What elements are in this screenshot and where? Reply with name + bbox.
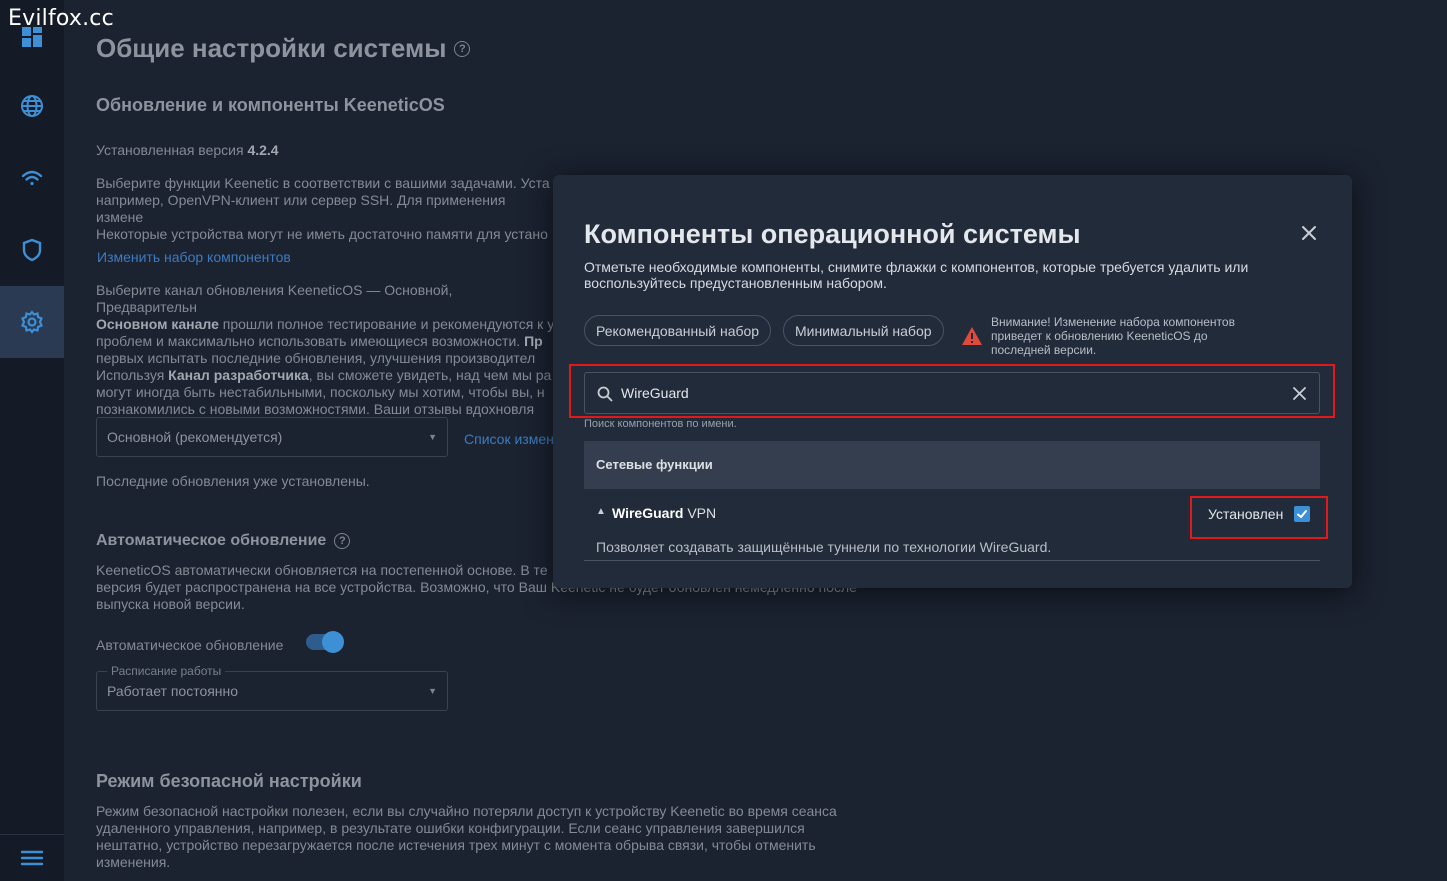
installed-version-label: Установленная версия bbox=[96, 142, 244, 158]
safe-mode-description: Режим безопасной настройки полезен, если… bbox=[96, 803, 876, 871]
component-name: WireGuard VPN bbox=[612, 505, 716, 521]
auto-update-title: Автоматическое обновление ? bbox=[96, 532, 351, 550]
help-icon[interactable]: ? bbox=[334, 533, 351, 549]
wifi-icon bbox=[21, 170, 43, 186]
text-bold: Основном канале bbox=[96, 316, 219, 332]
sidebar-item-menu[interactable] bbox=[0, 834, 64, 881]
sidebar-item-security[interactable] bbox=[0, 214, 64, 286]
text-line: Используя Канал разработчика, вы сможете… bbox=[96, 367, 556, 384]
update-section-title: Обновление и компоненты KeeneticOS bbox=[96, 95, 445, 115]
installed-version-value: 4.2.4 bbox=[247, 142, 279, 158]
update-status: Последние обновления уже установлены. bbox=[96, 473, 370, 489]
text-bold: Пр bbox=[524, 333, 543, 349]
sidebar-item-wifi[interactable] bbox=[0, 142, 64, 214]
text-span: прошли полное тестирование и рекомендуют… bbox=[218, 316, 555, 332]
warning-text: Внимание! Изменение набора компонентов п… bbox=[991, 315, 1235, 357]
text-line: Основном канале прошли полное тестирован… bbox=[96, 316, 556, 333]
search-hint: Поиск компонентов по имени. bbox=[584, 418, 737, 430]
text-line: могут иногда быть нестабильными, посколь… bbox=[96, 384, 545, 400]
update-channel-select[interactable]: Основной (рекомендуется) ▼ bbox=[96, 417, 448, 457]
changes-list-link[interactable]: Список измен bbox=[464, 431, 554, 447]
clear-search-icon[interactable] bbox=[1293, 387, 1306, 400]
shield-icon bbox=[22, 238, 42, 262]
caret-down-icon: ▼ bbox=[428, 432, 437, 442]
recommended-set-button[interactable]: Рекомендованный набор bbox=[584, 315, 772, 346]
globe-icon bbox=[21, 95, 43, 117]
warning-icon bbox=[962, 327, 982, 345]
minimal-set-button[interactable]: Минимальный набор bbox=[783, 315, 944, 346]
schedule-value: Работает постоянно bbox=[107, 683, 239, 699]
checkmark-icon bbox=[1297, 510, 1307, 518]
text-span: проблем и максимально использовать имеющ… bbox=[96, 333, 525, 349]
gear-icon bbox=[21, 310, 43, 334]
search-icon bbox=[597, 386, 613, 402]
text-bold: Канал разработчика bbox=[168, 367, 309, 383]
text-line: выпуска новой версии. bbox=[96, 596, 245, 612]
text-line: удаленного управления, например, в резул… bbox=[96, 820, 805, 836]
component-description: Позволяет создавать защищённые туннели п… bbox=[596, 539, 1052, 555]
modal-title: Компоненты операционной системы bbox=[584, 219, 1081, 249]
installed-checkbox[interactable] bbox=[1294, 506, 1310, 522]
change-components-link[interactable]: Изменить набор компонентов bbox=[97, 249, 291, 265]
page-title: Общие настройки системы ? bbox=[96, 33, 471, 64]
channel-description: Выберите канал обновления KeeneticOS — О… bbox=[96, 282, 556, 418]
installed-label: Установлен bbox=[1208, 506, 1284, 522]
safe-mode-title: Режим безопасной настройки bbox=[96, 771, 362, 791]
text-line: например, OpenVPN-клиент или сервер SSH.… bbox=[96, 192, 506, 225]
menu-icon bbox=[20, 850, 44, 865]
watermark-text: Evilfox.cc bbox=[8, 6, 114, 31]
auto-update-toggle[interactable] bbox=[306, 631, 344, 653]
installed-version: Установленная версия 4.2.4 bbox=[96, 142, 556, 159]
close-icon[interactable] bbox=[1299, 223, 1319, 243]
page-title-text: Общие настройки системы bbox=[96, 33, 447, 63]
schedule-select[interactable]: Расписание работы Работает постоянно ▼ bbox=[96, 664, 448, 711]
text-line: Выберите канал обновления KeeneticOS — О… bbox=[96, 282, 453, 315]
text-line: проблем и максимально использовать имеющ… bbox=[96, 333, 556, 350]
search-value: WireGuard bbox=[621, 385, 689, 401]
help-icon[interactable]: ? bbox=[454, 40, 471, 57]
text-line: нештатно, устройство перезагружается пос… bbox=[96, 837, 816, 853]
toggle-knob bbox=[322, 631, 344, 653]
text-span: , вы сможете увидеть, над чем мы ра bbox=[308, 367, 552, 383]
text-line: Некоторые устройства могут не иметь дост… bbox=[96, 226, 548, 242]
sidebar-item-internet[interactable] bbox=[0, 70, 64, 142]
text-span: Используя bbox=[96, 367, 169, 383]
component-name-bold: WireGuard bbox=[612, 505, 684, 521]
text-line: первых испытать последние обновления, ул… bbox=[96, 350, 536, 366]
update-channel-value: Основной (рекомендуется) bbox=[107, 429, 283, 445]
components-modal: Компоненты операционной системы Отметьте… bbox=[553, 175, 1352, 588]
text-line: познакомились с новыми возможностями. Ва… bbox=[96, 401, 535, 417]
warning-notice: Внимание! Изменение набора компонентов п… bbox=[961, 315, 1251, 357]
sidebar bbox=[0, 0, 64, 881]
sidebar-item-settings[interactable] bbox=[0, 286, 64, 358]
caret-down-icon: ▼ bbox=[428, 686, 437, 696]
components-description: Выберите функции Keenetic в соответствии… bbox=[96, 175, 556, 243]
chevron-up-icon[interactable]: ▲ bbox=[596, 506, 606, 517]
section-network-functions: Сетевые функции bbox=[584, 441, 1320, 489]
text-line: изменения. bbox=[96, 854, 171, 870]
component-search-input[interactable]: WireGuard bbox=[584, 372, 1320, 414]
modal-description: Отметьте необходимые компоненты, снимите… bbox=[584, 259, 1249, 291]
component-name-rest: VPN bbox=[683, 505, 717, 521]
text-line: Выберите функции Keenetic в соответствии… bbox=[96, 175, 550, 191]
schedule-legend: Расписание работы bbox=[107, 664, 226, 678]
text-line: Режим безопасной настройки полезен, если… bbox=[96, 803, 837, 819]
auto-update-title-text: Автоматическое обновление bbox=[96, 532, 327, 549]
